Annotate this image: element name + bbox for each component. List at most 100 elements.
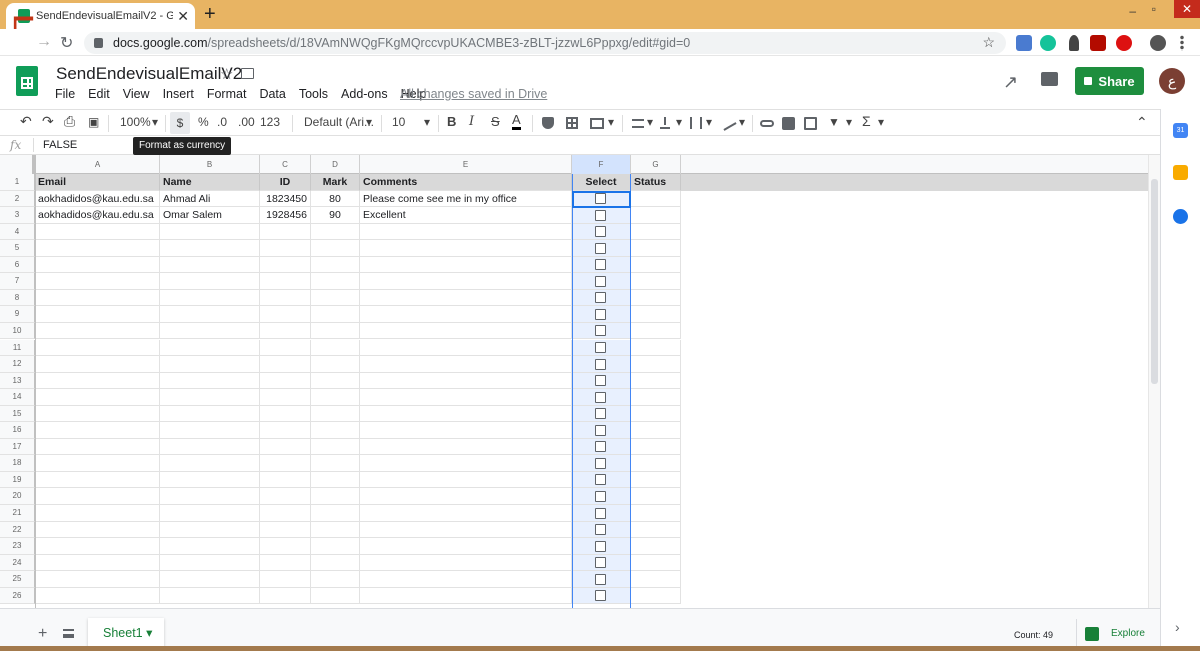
font-dropdown-icon[interactable]: ▾ bbox=[366, 115, 372, 129]
cell-name[interactable] bbox=[160, 554, 260, 572]
bookmark-star-icon[interactable]: ☆ bbox=[982, 34, 995, 51]
cell-comments[interactable] bbox=[360, 538, 572, 555]
cell-comments[interactable] bbox=[360, 289, 572, 307]
cell-mark[interactable] bbox=[311, 339, 360, 357]
row-header[interactable]: 24 bbox=[0, 554, 35, 572]
cell-mark[interactable] bbox=[311, 554, 360, 572]
browser-menu-icon[interactable] bbox=[1180, 35, 1184, 51]
reload-button[interactable]: ↻ bbox=[60, 33, 73, 53]
font-select[interactable]: Default (Ari... bbox=[304, 115, 374, 129]
row-header[interactable]: 23 bbox=[0, 538, 35, 555]
cell-name[interactable] bbox=[160, 471, 260, 489]
row-header[interactable]: 11 bbox=[0, 339, 35, 357]
cell-comments[interactable] bbox=[360, 587, 572, 605]
cell-mark[interactable] bbox=[311, 273, 360, 290]
cell-id[interactable]: ID bbox=[260, 174, 311, 191]
row-header[interactable]: 13 bbox=[0, 372, 35, 390]
cell-status[interactable] bbox=[631, 488, 681, 505]
row-header[interactable]: 15 bbox=[0, 405, 35, 423]
cell-comments[interactable] bbox=[360, 306, 572, 323]
decrease-decimal-button[interactable]: .0 bbox=[217, 115, 227, 129]
bold-button[interactable]: B bbox=[447, 114, 456, 129]
cell-email[interactable] bbox=[35, 273, 160, 290]
cell-status[interactable] bbox=[631, 587, 681, 605]
cell-comments[interactable] bbox=[360, 438, 572, 456]
cell-email[interactable] bbox=[35, 223, 160, 241]
cell-email[interactable] bbox=[35, 538, 160, 555]
collapse-menus-icon[interactable]: ⌃ bbox=[1136, 114, 1148, 131]
cell-select[interactable] bbox=[572, 554, 631, 572]
cell-mark[interactable] bbox=[311, 438, 360, 456]
cell-status[interactable] bbox=[631, 405, 681, 423]
cell-email[interactable] bbox=[35, 505, 160, 522]
column-header-g[interactable]: G bbox=[631, 155, 681, 174]
cell-email[interactable] bbox=[35, 240, 160, 257]
cell-name[interactable] bbox=[160, 306, 260, 323]
cell-status[interactable] bbox=[631, 256, 681, 274]
checkbox[interactable] bbox=[595, 424, 606, 436]
cell-status[interactable] bbox=[631, 289, 681, 307]
row-header[interactable]: 21 bbox=[0, 505, 35, 522]
cell-status[interactable] bbox=[631, 322, 681, 340]
sheets-logo-icon[interactable] bbox=[16, 66, 38, 96]
row-header[interactable]: 7 bbox=[0, 273, 35, 290]
cell-id[interactable] bbox=[260, 389, 311, 406]
checkbox[interactable] bbox=[595, 524, 606, 536]
cell-name[interactable] bbox=[160, 322, 260, 340]
cell-name[interactable]: Ahmad Ali bbox=[160, 190, 260, 208]
menu-file[interactable]: File bbox=[55, 87, 75, 101]
cell-comments[interactable]: Please come see me in my office bbox=[360, 190, 572, 208]
cell-name[interactable] bbox=[160, 488, 260, 505]
undo-icon[interactable]: ↶ bbox=[20, 113, 32, 130]
checkbox[interactable] bbox=[595, 358, 606, 370]
cell-name[interactable] bbox=[160, 538, 260, 555]
cell-status[interactable] bbox=[631, 554, 681, 572]
cell-comments[interactable] bbox=[360, 389, 572, 406]
cell-mark[interactable] bbox=[311, 356, 360, 373]
cell-mark[interactable] bbox=[311, 240, 360, 257]
cell-select[interactable] bbox=[572, 538, 631, 555]
cell-email[interactable] bbox=[35, 587, 160, 605]
cell-status[interactable] bbox=[631, 190, 681, 208]
checkbox[interactable] bbox=[595, 193, 606, 205]
cell-select[interactable] bbox=[572, 256, 631, 274]
cell-name[interactable] bbox=[160, 223, 260, 241]
cell-id[interactable] bbox=[260, 488, 311, 505]
cell-mark[interactable] bbox=[311, 521, 360, 539]
cell-email[interactable] bbox=[35, 405, 160, 423]
valign-dropdown-icon[interactable]: ▾ bbox=[676, 115, 682, 129]
cell-name[interactable] bbox=[160, 289, 260, 307]
cell-comments[interactable]: Excellent bbox=[360, 207, 572, 224]
column-header-e[interactable]: E bbox=[360, 155, 572, 174]
cell-id[interactable] bbox=[260, 471, 311, 489]
cell-id[interactable] bbox=[260, 554, 311, 572]
cell-select[interactable] bbox=[572, 438, 631, 456]
fill-color-icon[interactable] bbox=[542, 117, 554, 129]
cell-id[interactable] bbox=[260, 587, 311, 605]
row-header[interactable]: 20 bbox=[0, 488, 35, 505]
format-percent-button[interactable]: % bbox=[198, 115, 209, 129]
cell-id[interactable] bbox=[260, 521, 311, 539]
cell-select[interactable] bbox=[572, 223, 631, 241]
cell-mark[interactable] bbox=[311, 256, 360, 274]
cell-id[interactable] bbox=[260, 422, 311, 439]
menu-data[interactable]: Data bbox=[259, 87, 285, 101]
cell-mark[interactable]: Mark bbox=[311, 174, 360, 191]
cell-id[interactable] bbox=[260, 455, 311, 472]
cell-comments[interactable] bbox=[360, 372, 572, 390]
cell-id[interactable] bbox=[260, 306, 311, 323]
maximize-window-button[interactable]: ▫ bbox=[1152, 2, 1156, 16]
add-sheet-button[interactable]: + bbox=[38, 625, 47, 643]
cell-comments[interactable] bbox=[360, 554, 572, 572]
cell-comments[interactable] bbox=[360, 240, 572, 257]
cell-comments[interactable]: Comments bbox=[360, 174, 572, 191]
cell-id[interactable] bbox=[260, 438, 311, 456]
cell-id[interactable] bbox=[260, 223, 311, 241]
cell-comments[interactable] bbox=[360, 455, 572, 472]
menu-addons[interactable]: Add-ons bbox=[341, 87, 388, 101]
cell-select[interactable] bbox=[572, 322, 631, 340]
menu-insert[interactable]: Insert bbox=[163, 87, 194, 101]
row-header[interactable]: 26 bbox=[0, 587, 35, 605]
cell-email[interactable] bbox=[35, 339, 160, 357]
cell-mark[interactable]: 80 bbox=[311, 190, 360, 208]
